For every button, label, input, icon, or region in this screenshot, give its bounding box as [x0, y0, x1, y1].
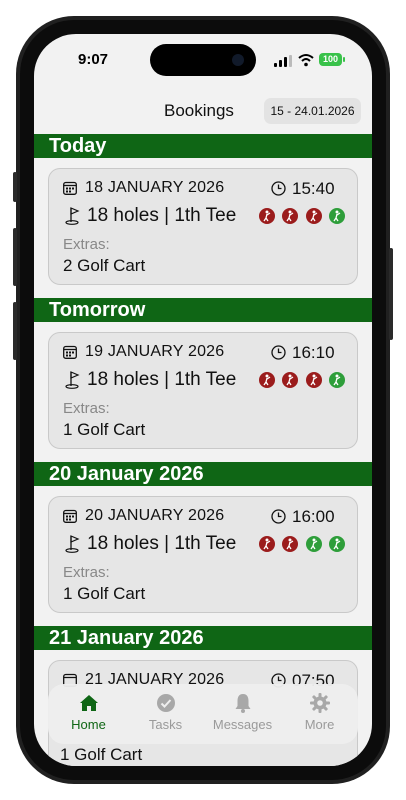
tab-label: More — [304, 717, 335, 732]
booking-time: 16:10 — [292, 343, 335, 362]
tab-label: Messages — [212, 717, 273, 732]
golfer-icon — [282, 372, 299, 388]
extras-value: 1 Golf Cart — [60, 745, 143, 764]
golfer-icon — [305, 208, 322, 224]
booking-date: 19 JANUARY 2026 — [85, 343, 225, 360]
tab-more[interactable]: More — [281, 692, 358, 738]
extras-label: Extras: — [63, 564, 110, 581]
status-bar: 9:07 100 — [34, 34, 372, 84]
extras-value: 1 Golf Cart — [63, 584, 146, 603]
golfer-icon — [305, 536, 322, 552]
check-circle-icon — [156, 694, 175, 712]
golfer-icon — [259, 536, 275, 552]
camera-icon — [232, 54, 244, 66]
bottom-tab-bar: Home Tasks Messages More — [48, 684, 358, 744]
clock-icon — [271, 345, 286, 360]
booking-time: 16:00 — [292, 507, 335, 526]
extras-value: 2 Golf Cart — [63, 256, 146, 275]
golfer-icon — [329, 372, 346, 388]
player-slots — [259, 208, 348, 226]
golf-flag-icon — [65, 371, 80, 389]
home-icon — [79, 695, 98, 711]
booking-holes: 18 holes | 1th Tee — [87, 533, 237, 554]
tab-label: Tasks — [148, 717, 183, 732]
booking-date: 18 JANUARY 2026 — [85, 179, 225, 196]
golfer-icon — [282, 536, 299, 552]
battery-indicator: 100 — [319, 53, 345, 66]
tab-messages[interactable]: Messages — [204, 692, 281, 738]
tab-tasks[interactable]: Tasks — [127, 692, 204, 738]
golf-flag-icon — [65, 207, 80, 225]
clock-icon — [271, 181, 286, 196]
booking-holes: 18 holes | 1th Tee — [87, 369, 237, 390]
golfer-icon — [329, 536, 346, 552]
player-slots — [259, 372, 348, 390]
golfer-icon — [305, 372, 322, 388]
section-header-date: 21 January 2026 — [34, 626, 372, 650]
date-range-button[interactable]: 15 - 24.01.2026 — [264, 98, 361, 124]
section-header-tomorrow: Tomorrow — [34, 298, 372, 322]
side-button-volume-down — [13, 302, 17, 360]
page-title: Bookings — [164, 101, 234, 120]
booking-date: 20 JANUARY 2026 — [85, 507, 225, 524]
app-screen: 9:07 100 Bookings 15 - 24.01.2026 Today — [34, 34, 372, 766]
golfer-icon — [329, 208, 346, 224]
booking-holes: 18 holes | 1th Tee — [87, 205, 237, 226]
player-slots — [259, 536, 348, 554]
calendar-icon — [63, 181, 77, 195]
dynamic-island — [150, 44, 256, 76]
section-header-date: 20 January 2026 — [34, 462, 372, 486]
booking-card[interactable]: 20 JANUARY 2026 16:00 18 holes | 1th Tee… — [48, 496, 358, 613]
golfer-icon — [282, 208, 299, 224]
side-button-action — [13, 172, 17, 202]
golfer-icon — [259, 208, 275, 224]
page-header: Bookings 15 - 24.01.2026 — [34, 92, 372, 132]
clock-icon — [271, 509, 286, 524]
side-button-power — [389, 248, 393, 340]
extras-value: 1 Golf Cart — [63, 420, 146, 439]
status-time: 9:07 — [78, 51, 109, 68]
tab-label: Home — [71, 717, 106, 732]
side-button-volume-up — [13, 228, 17, 286]
tab-home[interactable]: Home — [50, 692, 127, 738]
bell-icon — [235, 694, 250, 713]
calendar-icon — [63, 345, 77, 359]
bookings-list[interactable]: Today 18 JANUARY 2026 15:40 18 holes | 1… — [34, 134, 372, 766]
signal-icon — [274, 55, 292, 67]
wifi-icon — [298, 54, 314, 67]
calendar-icon — [63, 509, 77, 523]
extras-label: Extras: — [63, 400, 110, 417]
booking-card[interactable]: 18 JANUARY 2026 15:40 18 holes | 1th Tee… — [48, 168, 358, 285]
section-header-today: Today — [34, 134, 372, 158]
golf-flag-icon — [65, 535, 80, 553]
booking-time: 15:40 — [292, 179, 335, 198]
extras-label: Extras: — [63, 236, 110, 253]
gear-icon — [309, 693, 330, 713]
golfer-icon — [259, 372, 275, 388]
booking-card[interactable]: 19 JANUARY 2026 16:10 18 holes | 1th Tee… — [48, 332, 358, 449]
